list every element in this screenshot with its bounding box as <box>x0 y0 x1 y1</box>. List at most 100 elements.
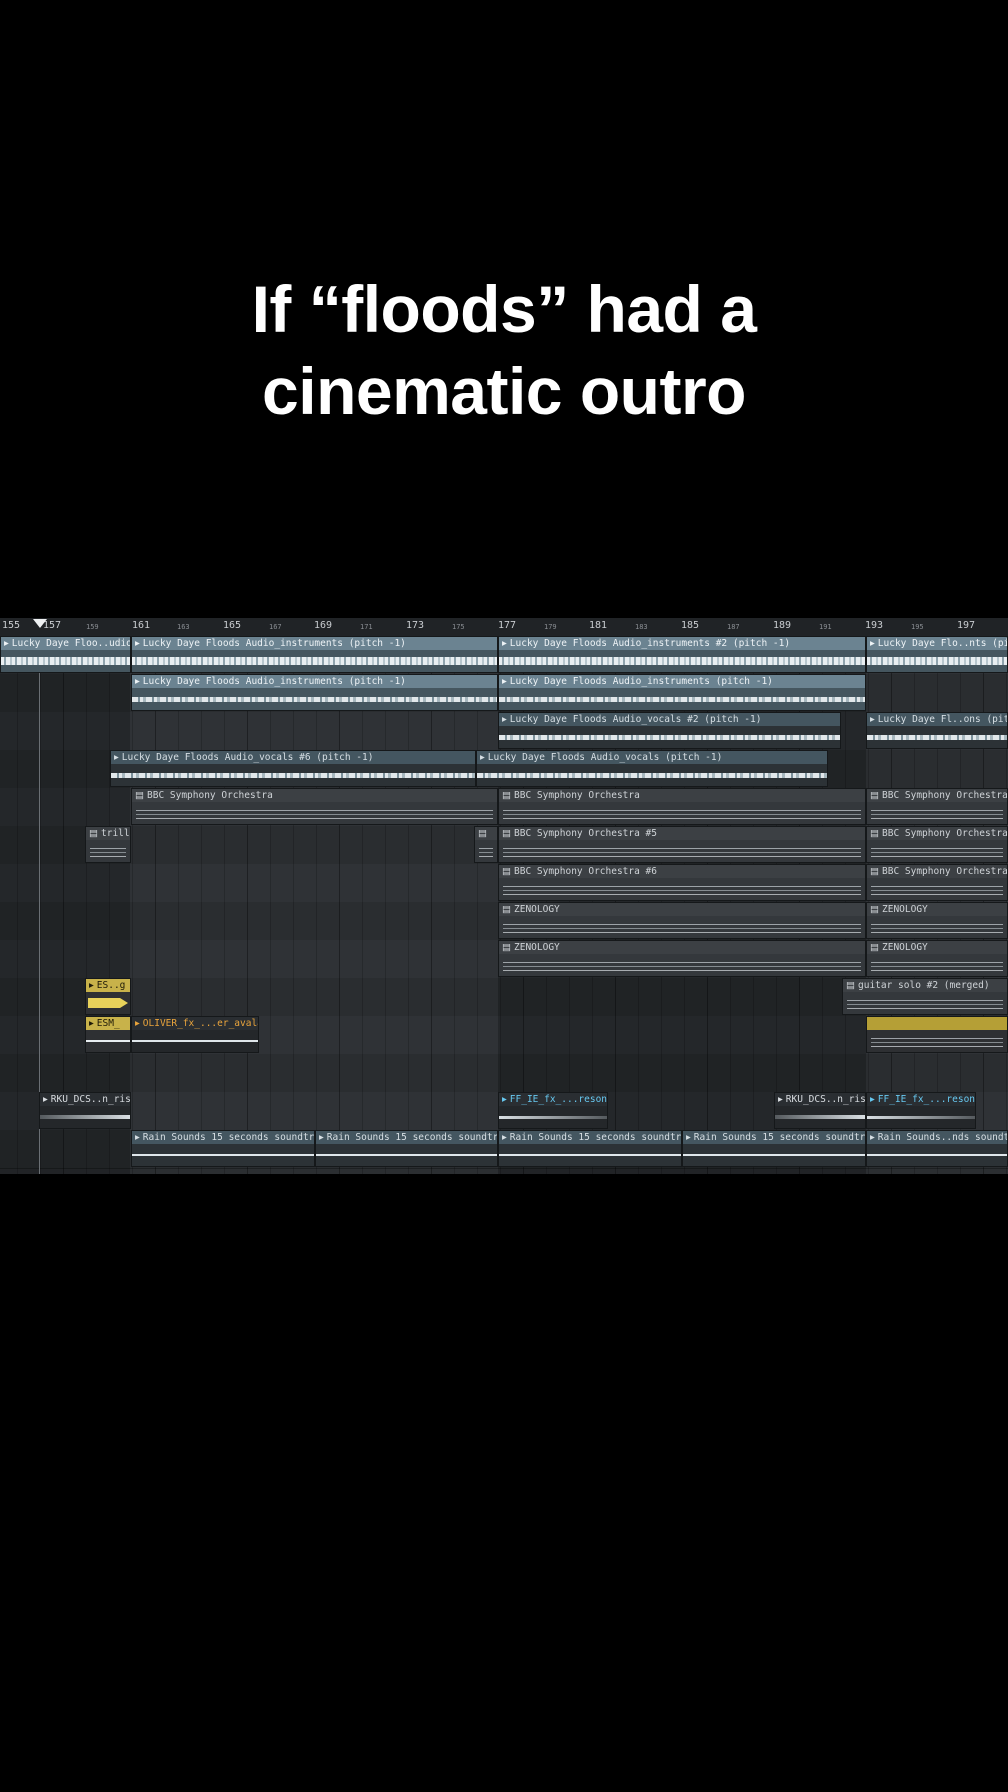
pattern-clip[interactable]: ▤ ZENOLOGY <box>498 902 866 939</box>
clip-label: trill <box>101 828 130 839</box>
audio-clip[interactable]: ▸ ESM_ <box>85 1016 131 1053</box>
clip-label: Rain Sounds 15 seconds soundtrack <box>326 1132 497 1143</box>
pattern-clip[interactable]: ▤ BBC Symphony Orchestra <box>866 788 1008 825</box>
grid-line <box>339 636 340 1174</box>
clip-label: Lucky Daye Floo..udio (pitch -1) <box>11 638 130 649</box>
grid-line <box>178 636 179 1174</box>
audio-clip[interactable]: ▸ Rain Sounds..nds soundtrack <box>866 1130 1008 1167</box>
clip-label: Rain Sounds 15 seconds soundtrack <box>142 1132 314 1143</box>
ruler-tick: 167 <box>269 623 282 631</box>
clip-label: Rain Sounds 15 seconds soundtrack <box>509 1132 681 1143</box>
audio-clip[interactable]: ▸ Lucky Daye Floods Audio_instruments (p… <box>498 674 866 711</box>
clip-label: ES..g <box>96 980 126 991</box>
grid-line <box>224 636 225 1174</box>
audio-clip[interactable]: ▸ Lucky Daye Floods Audio_vocals #2 (pit… <box>498 712 841 749</box>
audio-clip[interactable]: ▸ FF_IE_fx_...resonate <box>498 1092 608 1129</box>
audio-clip[interactable]: ▸ Rain Sounds 15 seconds soundtrack <box>682 1130 866 1167</box>
timeline-ruler[interactable]: 155 157 159 161 163 165 167 169 171 173 … <box>0 618 1008 637</box>
clip-label: OLIVER_fx_...er_avalache <box>142 1018 258 1029</box>
ruler-tick: 155 <box>2 620 21 631</box>
ruler-tick: 197 <box>957 620 976 631</box>
grid-line <box>293 636 294 1174</box>
audio-clip[interactable]: ▸ RKU_DCS..n_riser <box>39 1092 131 1129</box>
ruler-tick: 183 <box>635 623 648 631</box>
grid-line <box>132 636 133 1174</box>
clip-label: FF_IE_fx_...resonate <box>509 1094 607 1105</box>
ruler-tick: 173 <box>406 620 425 631</box>
clip-label: BBC Symphony Orchestra #6 <box>882 866 1007 877</box>
playlist-window: 155 157 159 161 163 165 167 169 171 173 … <box>0 618 1008 1174</box>
audio-clip[interactable]: ▸ Rain Sounds 15 seconds soundtrack <box>498 1130 682 1167</box>
clip-label: Lucky Daye Flo..nts (pitch -1) <box>877 638 1007 649</box>
grid-line <box>316 636 317 1174</box>
clip-label: BBC Symphony Orchestra <box>514 790 640 801</box>
ruler-tick: 171 <box>360 623 373 631</box>
pattern-clip[interactable]: ▤ <box>474 826 498 863</box>
grid-line <box>201 636 202 1174</box>
clip-label: Lucky Daye Floods Audio_instruments (pit… <box>142 676 406 687</box>
video-caption: If “floods” had a cinematic outro <box>0 268 1008 432</box>
pattern-clip[interactable]: ▤ BBC Symphony Orchestra #5 <box>866 826 1008 863</box>
audio-clip[interactable]: ▸ Rain Sounds 15 seconds soundtrack <box>131 1130 315 1167</box>
ruler-tick: 195 <box>911 623 924 631</box>
clip-label: ZENOLOGY <box>882 904 928 915</box>
pattern-clip[interactable]: ▤ trill <box>85 826 131 863</box>
grid-line <box>408 636 409 1174</box>
caption-line-2: cinematic outro <box>262 354 746 428</box>
ruler-tick: 175 <box>452 623 465 631</box>
audio-clip[interactable]: ▸ Lucky Daye Floo..udio (pitch -1) <box>0 636 131 673</box>
ruler-tick: 163 <box>177 623 190 631</box>
grid-line <box>17 636 18 1174</box>
ruler-tick: 181 <box>589 620 608 631</box>
playhead-marker-icon[interactable] <box>33 619 47 628</box>
pattern-clip[interactable]: ▤ BBC Symphony Orchestra #6 <box>866 864 1008 901</box>
pattern-clip[interactable]: ▤ BBC Symphony Orchestra <box>498 788 866 825</box>
clip-label: FF_IE_fx_...resonate <box>877 1094 975 1105</box>
audio-clip[interactable]: ▸ Lucky Daye Flo..nts (pitch -1) <box>866 636 1008 673</box>
audio-clip[interactable]: ▸ Rain Sounds 15 seconds soundtrack <box>315 1130 498 1167</box>
audio-clip[interactable]: ▸ RKU_DCS..n_riser <box>774 1092 866 1129</box>
audio-clip[interactable]: ▸ Lucky Daye Floods Audio_instruments #2… <box>498 636 866 673</box>
clip-label: Lucky Daye Floods Audio_instruments (pit… <box>142 638 406 649</box>
clip-label: guitar solo #2 (merged) <box>858 980 990 991</box>
pattern-clip[interactable] <box>866 1016 1008 1053</box>
clip-label: ESM_ <box>96 1018 120 1029</box>
grid-line <box>270 636 271 1174</box>
ruler-tick: 187 <box>727 623 740 631</box>
audio-clip[interactable]: ▸ Lucky Daye Floods Audio_instruments (p… <box>131 636 498 673</box>
audio-clip[interactable]: ▸ FF_IE_fx_...resonate <box>866 1092 976 1129</box>
pattern-clip[interactable]: ▤ guitar solo #2 (merged) <box>842 978 1008 1015</box>
pattern-clip[interactable]: ▤ BBC Symphony Orchestra <box>131 788 498 825</box>
clip-label: BBC Symphony Orchestra #5 <box>882 828 1007 839</box>
audio-clip[interactable]: ▸ Lucky Daye Floods Audio_instruments (p… <box>131 674 498 711</box>
clip-label: Lucky Daye Floods Audio_instruments (pit… <box>509 676 773 687</box>
grid-line <box>454 636 455 1174</box>
grid-line <box>431 636 432 1174</box>
audio-clip[interactable]: ▸ OLIVER_fx_...er_avalache <box>131 1016 259 1053</box>
clip-label: BBC Symphony Orchestra <box>882 790 1007 801</box>
grid-line <box>247 636 248 1174</box>
ruler-tick: 169 <box>314 620 333 631</box>
pattern-clip[interactable]: ▤ BBC Symphony Orchestra #6 <box>498 864 866 901</box>
ruler-tick: 179 <box>544 623 557 631</box>
clip-label: Rain Sounds 15 seconds soundtrack <box>693 1132 865 1143</box>
audio-clip[interactable]: ▸ Lucky Daye Floods Audio_vocals #6 (pit… <box>110 750 476 787</box>
caption-line-1: If “floods” had a <box>251 272 757 346</box>
pattern-clip[interactable]: ▤ ZENOLOGY <box>498 940 866 977</box>
grid-line <box>362 636 363 1174</box>
clip-label: ZENOLOGY <box>514 904 560 915</box>
pattern-clip[interactable]: ▤ ZENOLOGY <box>866 940 1008 977</box>
clip-label: BBC Symphony Orchestra <box>147 790 273 801</box>
clip-label: RKU_DCS..n_riser <box>50 1094 130 1105</box>
pattern-clip[interactable]: ▤ ZENOLOGY <box>866 902 1008 939</box>
clip-label: ZENOLOGY <box>882 942 928 953</box>
pattern-clip[interactable]: ▤ BBC Symphony Orchestra #5 <box>498 826 866 863</box>
ruler-tick: 189 <box>773 620 792 631</box>
clip-label: Lucky Daye Floods Audio_vocals #6 (pitch… <box>121 752 374 763</box>
audio-clip[interactable]: ▸ Lucky Daye Floods Audio_vocals (pitch … <box>476 750 828 787</box>
ruler-tick: 185 <box>681 620 700 631</box>
audio-clip[interactable]: ▸ Lucky Daye Fl..ons (pitch -1) <box>866 712 1008 749</box>
audio-clip[interactable]: ▸ ES..g <box>85 978 131 1015</box>
ruler-tick: 159 <box>86 623 99 631</box>
clip-label: ZENOLOGY <box>514 942 560 953</box>
